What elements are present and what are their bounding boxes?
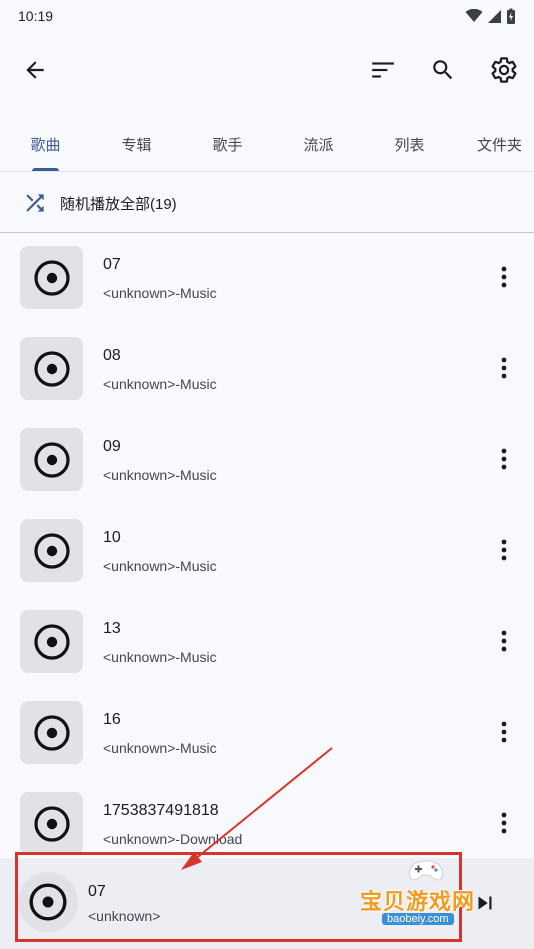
song-row[interactable]: 13 <unknown>-Music [0,597,534,688]
more-options-button[interactable] [488,261,520,293]
more-vert-icon [501,721,507,743]
song-title: 07 [103,256,121,273]
song-title: 1753837491818 [103,802,219,819]
settings-button[interactable] [480,46,528,94]
song-subtitle: <unknown>-Music [103,740,217,756]
wifi-icon [465,9,483,22]
status-time: 10:19 [18,8,54,24]
disc-icon [33,350,70,387]
more-options-button[interactable] [488,716,520,748]
tab-row: 歌曲 专辑 歌手 流派 列表 文件夹 [0,116,534,172]
tab-label: 专辑 [121,136,152,154]
disc-icon [33,532,70,569]
now-playing-cover [18,872,78,932]
mini-player[interactable]: 07 <unknown> [0,858,534,949]
song-subtitle: <unknown>-Music [103,467,217,483]
tab-albums[interactable]: 专辑 [91,116,182,172]
more-options-button[interactable] [488,534,520,566]
disc-icon [33,623,70,660]
album-cover [20,246,83,309]
battery-icon [507,8,515,24]
arrow-back-icon [26,61,44,79]
album-cover [20,519,83,582]
disc-icon [33,441,70,478]
tab-artists[interactable]: 歌手 [182,116,273,172]
more-options-button[interactable] [488,443,520,475]
song-subtitle: <unknown>-Music [103,285,217,301]
sort-icon [372,62,394,78]
search-icon [433,60,453,80]
song-title: 16 [103,711,121,728]
back-button[interactable] [11,46,59,94]
disc-icon [33,714,70,751]
song-row[interactable]: 07 <unknown>-Music [0,233,534,324]
album-cover [20,792,83,855]
song-row[interactable]: 08 <unknown>-Music [0,324,534,415]
tab-folders[interactable]: 文件夹 [454,116,534,172]
skip-next-icon[interactable] [472,890,498,916]
disc-icon [33,805,70,842]
tab-songs[interactable]: 歌曲 [0,116,91,172]
song-title: 08 [103,347,121,364]
more-vert-icon [501,448,507,470]
song-row[interactable]: 16 <unknown>-Music [0,688,534,779]
shuffle-icon [26,194,44,212]
album-cover [20,428,83,491]
album-cover [20,337,83,400]
song-row[interactable]: 10 <unknown>-Music [0,506,534,597]
song-title: 10 [103,529,121,546]
song-subtitle: <unknown>-Download [103,831,243,847]
song-subtitle: <unknown>-Music [103,649,217,665]
signal-icon [488,9,501,23]
song-row[interactable]: 09 <unknown>-Music [0,415,534,506]
tab-label: 流派 [303,136,334,154]
shuffle-all-button[interactable]: 随机播放全部(19) [0,172,534,232]
now-playing-title: 07 [88,883,106,900]
more-vert-icon [501,812,507,834]
song-title: 13 [103,620,121,637]
more-vert-icon [501,266,507,288]
more-vert-icon [501,630,507,652]
now-playing-subtitle: <unknown> [88,908,161,924]
tab-playlists[interactable]: 列表 [364,116,455,172]
song-list: 07 <unknown>-Music 08 <unknown>-Music 09… [0,233,534,858]
more-options-button[interactable] [488,352,520,384]
tab-label: 歌曲 [30,136,61,154]
shuffle-all-label: 随机播放全部(19) [60,196,177,213]
disc-icon [33,259,70,296]
more-vert-icon [501,539,507,561]
song-row[interactable]: 1753837491818 <unknown>-Download [0,779,534,858]
album-cover [20,610,83,673]
search-button[interactable] [419,46,467,94]
status-bar: 10:19 [0,0,534,32]
tab-label: 列表 [394,136,425,154]
tab-label: 文件夹 [476,136,522,154]
more-options-button[interactable] [488,625,520,657]
tab-genres[interactable]: 流派 [273,116,364,172]
disc-icon [29,883,67,921]
tab-label: 歌手 [212,136,243,154]
song-subtitle: <unknown>-Music [103,376,217,392]
song-title: 09 [103,438,121,455]
status-icons [465,8,516,25]
more-options-button[interactable] [488,807,520,839]
song-subtitle: <unknown>-Music [103,558,217,574]
gear-icon [491,57,517,83]
sort-button[interactable] [359,46,407,94]
album-cover [20,701,83,764]
more-vert-icon [501,357,507,379]
top-app-bar [0,38,534,102]
